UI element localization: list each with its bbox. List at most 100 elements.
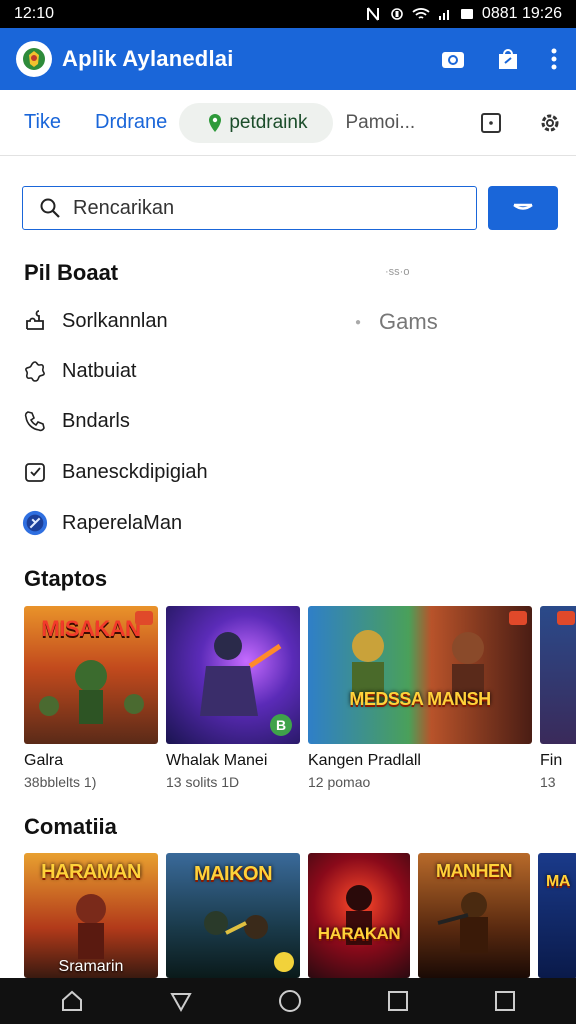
game-card[interactable]: Fin 13 bbox=[540, 606, 576, 790]
back-triangle-icon[interactable] bbox=[168, 988, 194, 1014]
tab-petdraink-label: petdraink bbox=[229, 111, 308, 133]
game-sub: 12 pomao bbox=[308, 774, 371, 790]
small-dot-icon: ● bbox=[355, 316, 362, 328]
app-avatar-icon bbox=[22, 510, 48, 536]
game-name: Whalak Manei bbox=[166, 752, 268, 769]
game-thumbnail: HARAMAN Sramarin bbox=[24, 853, 158, 978]
game-card[interactable]: MA bbox=[538, 853, 576, 978]
status-time: 12:10 bbox=[14, 5, 55, 22]
menu-item-label: Sorlkannlan bbox=[62, 309, 168, 332]
game-card[interactable]: MANHEN bbox=[418, 853, 530, 978]
menu-item-label: Banesckdipigiah bbox=[62, 460, 208, 483]
games-row: MISAKAN Galra 38bblelts 1) B Whalak Mane… bbox=[24, 606, 576, 790]
app-bar: Aplik Aylanedlai bbox=[0, 28, 576, 90]
status-bar: 12:10 0881 19:26 bbox=[0, 0, 576, 28]
comatiia-row: HARAMAN Sramarin MAIKON HARAKAN MANHEN M… bbox=[24, 853, 576, 978]
game-sub: 13 bbox=[540, 774, 556, 790]
more-vert-icon[interactable] bbox=[550, 48, 558, 70]
game-art-title: MA bbox=[546, 873, 570, 890]
game-card[interactable]: MEDSSA MANSH Kangen Pradlall 12 pomao bbox=[308, 606, 532, 790]
section-title-comatiia: Comatiia bbox=[24, 814, 117, 839]
check-square-icon bbox=[25, 463, 45, 482]
game-thumbnail: MAIKON bbox=[166, 853, 300, 978]
game-name: Galra bbox=[24, 752, 64, 769]
game-thumbnail: HARAKAN bbox=[308, 853, 410, 978]
game-card[interactable]: HARAKAN bbox=[308, 853, 410, 978]
game-name: Fin bbox=[540, 752, 563, 769]
gams-label: Gams bbox=[379, 309, 438, 334]
vibrate-icon bbox=[391, 8, 403, 20]
game-sub: 38bblelts 1) bbox=[24, 774, 97, 790]
side-label-gams[interactable]: ● Gams bbox=[355, 309, 438, 335]
badge-icon bbox=[135, 611, 153, 625]
game-card[interactable]: MAIKON bbox=[166, 853, 300, 978]
menu-item-label: Bndarls bbox=[62, 409, 130, 432]
menu-item-banesckdipigiah[interactable]: Banesckdipigiah bbox=[22, 459, 208, 485]
tab-petdraink[interactable]: petdraink bbox=[179, 102, 334, 143]
game-art-title: HARAKAN bbox=[317, 924, 401, 943]
square-icon[interactable] bbox=[493, 989, 517, 1013]
section-title-gtaptos: Gtaptos bbox=[24, 566, 108, 591]
signal-icon bbox=[438, 10, 449, 20]
settings-icon[interactable] bbox=[538, 111, 562, 135]
search-button[interactable] bbox=[488, 186, 558, 230]
gear-puzzle-icon bbox=[25, 361, 45, 382]
game-art-title: MANHEN bbox=[436, 861, 513, 881]
tab-bar: Tike Drdrane petdraink Pamoi... bbox=[0, 90, 576, 156]
menu-item-bndarls[interactable]: Bndarls bbox=[22, 408, 130, 434]
game-caption: Sramarin bbox=[58, 958, 124, 975]
phone-icon bbox=[24, 411, 45, 432]
menu-item-sorlkannlan[interactable]: Sorlkannlan bbox=[22, 308, 168, 334]
game-thumbnail bbox=[540, 606, 576, 744]
app-title: Aplik Aylanedlai bbox=[62, 46, 234, 71]
game-card[interactable]: HARAMAN Sramarin bbox=[24, 853, 158, 978]
square-dot-icon[interactable] bbox=[480, 112, 502, 134]
game-card[interactable]: B Whalak Manei 13 solits 1D bbox=[166, 606, 300, 790]
game-thumbnail: MANHEN bbox=[418, 853, 530, 978]
game-art-title: MEDSSA MANSH bbox=[349, 689, 491, 709]
battery-icon bbox=[460, 9, 473, 19]
puzzle-icon bbox=[26, 310, 44, 330]
game-thumbnail: B bbox=[166, 606, 300, 744]
chevron-down-icon bbox=[513, 203, 533, 210]
game-name: Kangen Pradlall bbox=[308, 752, 421, 769]
section-tiny-label: ·ss·o bbox=[385, 266, 410, 278]
game-thumbnail: MEDSSA MANSH bbox=[308, 606, 532, 744]
home-circle-icon[interactable] bbox=[277, 988, 303, 1014]
camera-icon[interactable] bbox=[440, 47, 466, 71]
game-thumbnail: MA bbox=[538, 853, 576, 978]
status-right-text: 0881 19:26 bbox=[481, 5, 562, 22]
game-art-title: HARAMAN bbox=[41, 861, 141, 883]
ninja-art bbox=[346, 885, 372, 945]
search-bar bbox=[22, 186, 477, 230]
game-card[interactable]: MISAKAN Galra 38bblelts 1) bbox=[24, 606, 158, 790]
system-nav-bar bbox=[0, 978, 576, 1024]
game-sub: 13 solits 1D bbox=[166, 774, 240, 790]
tab-pamoi[interactable]: Pamoi... bbox=[345, 112, 415, 134]
badge-icon bbox=[509, 611, 527, 625]
menu-item-label: Natbuiat bbox=[62, 359, 137, 382]
game-art-title: MAIKON bbox=[193, 863, 273, 885]
badge-icon bbox=[557, 611, 575, 625]
emblem-icon bbox=[23, 48, 45, 70]
wifi-icon bbox=[412, 8, 430, 19]
location-pin-icon bbox=[209, 113, 222, 132]
badge-b-icon: B bbox=[270, 714, 292, 736]
tab-drdrane[interactable]: Drdrane bbox=[95, 111, 167, 134]
menu-item-raperelaman[interactable]: RaperelaMan bbox=[22, 510, 182, 536]
nfc-icon bbox=[366, 7, 379, 21]
badge-smile-icon bbox=[274, 952, 294, 972]
menu-item-natbuiat[interactable]: Natbuiat bbox=[22, 358, 137, 384]
game-thumbnail: MISAKAN bbox=[24, 606, 158, 744]
search-icon bbox=[40, 198, 60, 218]
status-icons: 0881 19:26 bbox=[366, 5, 562, 23]
tab-tike[interactable]: Tike bbox=[24, 111, 61, 134]
recents-square-icon[interactable] bbox=[386, 989, 410, 1013]
app-logo bbox=[16, 41, 52, 77]
section-title-pil-boaat: Pil Boaat bbox=[24, 260, 119, 285]
search-input[interactable] bbox=[71, 195, 435, 221]
share-bag-icon[interactable] bbox=[496, 46, 520, 72]
heroes-art bbox=[352, 630, 484, 704]
menu-item-label: RaperelaMan bbox=[62, 511, 183, 534]
home-outline-icon[interactable] bbox=[59, 988, 85, 1014]
